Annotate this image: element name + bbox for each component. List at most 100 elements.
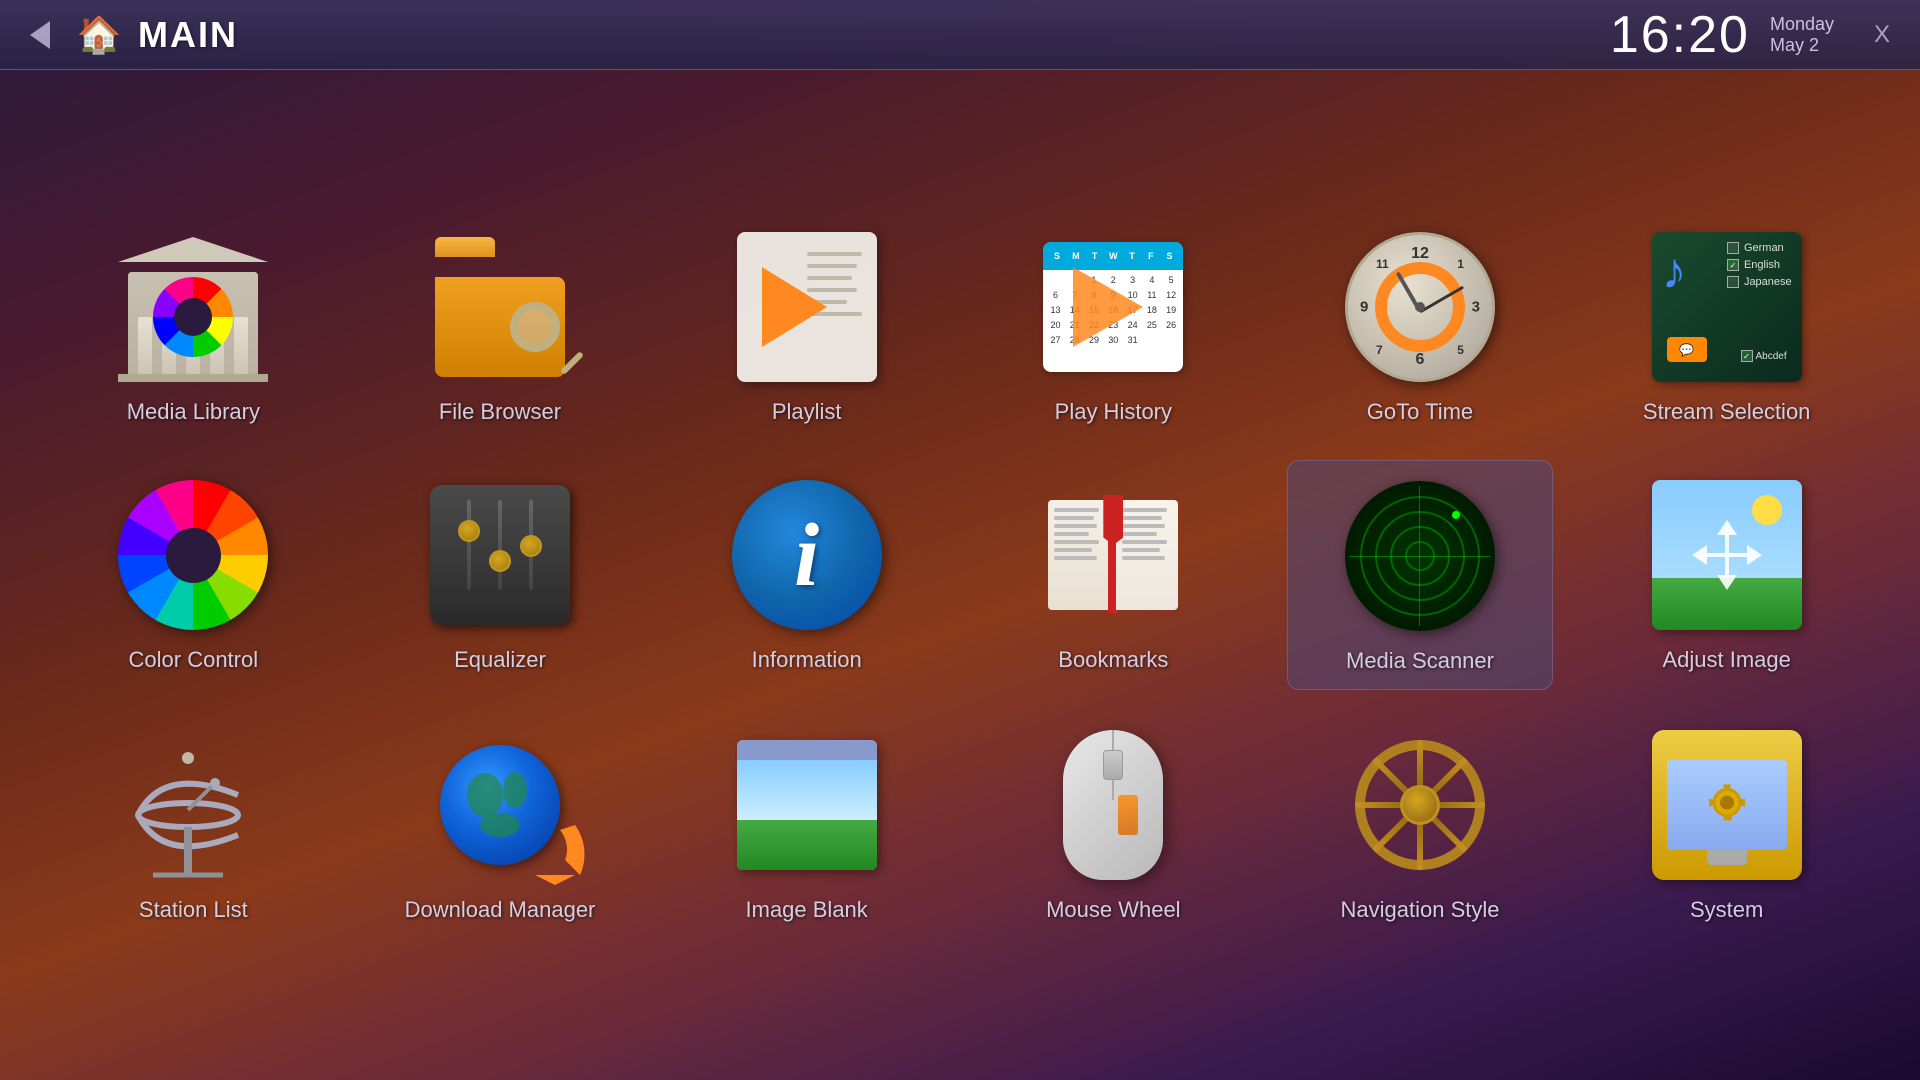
close-button[interactable]: X bbox=[1864, 17, 1900, 53]
app-bookmarks[interactable]: Bookmarks bbox=[980, 460, 1247, 690]
gear-icon bbox=[1697, 773, 1757, 838]
right-page bbox=[1116, 500, 1178, 610]
clock-center bbox=[1415, 302, 1425, 312]
grass-area bbox=[737, 820, 877, 870]
adjust-image-icon-wrap bbox=[1647, 475, 1807, 635]
playlist-label: Playlist bbox=[772, 399, 842, 425]
app-mouse-wheel[interactable]: Mouse Wheel bbox=[980, 710, 1247, 938]
eq-track-3 bbox=[529, 500, 533, 610]
resize-arrows-icon bbox=[1687, 515, 1767, 595]
eq-line-3 bbox=[529, 500, 533, 590]
mouse-wheel-icon-wrap bbox=[1033, 725, 1193, 885]
app-adjust-image[interactable]: Adjust Image bbox=[1593, 460, 1860, 690]
play-history-label: Play History bbox=[1055, 399, 1172, 425]
gear-svg bbox=[1697, 773, 1757, 833]
clock-1: 1 bbox=[1457, 257, 1464, 271]
bookmarks-icon-wrap bbox=[1033, 475, 1193, 635]
goto-time-icon: 12 3 6 9 1 11 5 7 bbox=[1345, 232, 1495, 382]
back-button[interactable] bbox=[20, 15, 60, 55]
monitor-stand bbox=[1707, 850, 1747, 865]
clock-display: 16:20 bbox=[1610, 5, 1750, 65]
home-icon-wrap[interactable]: 🏠 bbox=[75, 11, 123, 59]
app-information[interactable]: i Information bbox=[673, 460, 940, 690]
download-manager-label: Download Manager bbox=[405, 897, 596, 923]
german-row: German bbox=[1727, 242, 1792, 254]
extra-options: ✓ Abcdef bbox=[1741, 350, 1787, 362]
line1 bbox=[807, 252, 862, 256]
app-image-blank[interactable]: Image Blank bbox=[673, 710, 940, 938]
eq-track-2 bbox=[498, 500, 502, 610]
goto-time-label: GoTo Time bbox=[1367, 399, 1473, 425]
image-blank-icon bbox=[737, 740, 877, 870]
language-flags: German ✓ English Japanese bbox=[1727, 242, 1792, 288]
bookmarks-label: Bookmarks bbox=[1058, 647, 1168, 673]
image-blank-label: Image Blank bbox=[746, 897, 868, 923]
app-system[interactable]: System bbox=[1593, 710, 1860, 938]
system-label: System bbox=[1690, 897, 1763, 923]
equalizer-label: Equalizer bbox=[454, 647, 546, 673]
stream-selection-icon-wrap: ♪ German ✓ English Japanese bbox=[1647, 227, 1807, 387]
clock-9: 9 bbox=[1360, 299, 1368, 316]
media-scanner-icon-wrap bbox=[1340, 476, 1500, 636]
app-play-history[interactable]: S M T W T F S 1 2 bbox=[980, 212, 1247, 440]
app-goto-time[interactable]: 12 3 6 9 1 11 5 7 GoTo Time bbox=[1287, 212, 1554, 440]
app-station-list[interactable]: Station List bbox=[60, 710, 327, 938]
stream-selection-icon: ♪ German ✓ English Japanese bbox=[1652, 232, 1802, 382]
japanese-label: Japanese bbox=[1744, 276, 1792, 288]
clock-5: 5 bbox=[1457, 343, 1464, 357]
playlist-icon bbox=[737, 232, 877, 382]
media-scanner-label: Media Scanner bbox=[1346, 648, 1494, 674]
download-manager-icon-wrap bbox=[420, 725, 580, 885]
app-media-scanner[interactable]: Media Scanner bbox=[1287, 460, 1554, 690]
adjust-image-icon bbox=[1652, 480, 1802, 630]
scroll-wheel bbox=[1103, 750, 1123, 780]
monitor bbox=[1667, 760, 1787, 850]
english-label: English bbox=[1744, 259, 1780, 271]
app-navigation-style[interactable]: Navigation Style bbox=[1287, 710, 1554, 938]
color-wheel-center bbox=[166, 528, 221, 583]
top-bar bbox=[737, 740, 877, 760]
clock-7: 7 bbox=[1376, 343, 1383, 357]
japanese-row: Japanese bbox=[1727, 276, 1792, 288]
mouse-wheel-icon bbox=[1053, 730, 1173, 880]
arrows-overlay bbox=[1652, 480, 1802, 630]
home-icon: 🏠 bbox=[77, 14, 122, 56]
sky-area bbox=[737, 760, 877, 820]
clock-11: 11 bbox=[1376, 257, 1389, 271]
book bbox=[1048, 495, 1178, 615]
english-checkbox: ✓ bbox=[1727, 259, 1739, 271]
date-info: Monday May 2 bbox=[1770, 14, 1834, 56]
navigation-style-icon bbox=[1345, 730, 1495, 880]
play-history-icon-wrap: S M T W T F S 1 2 bbox=[1033, 227, 1193, 387]
app-stream-selection[interactable]: ♪ German ✓ English Japanese bbox=[1593, 212, 1860, 440]
app-download-manager[interactable]: Download Manager bbox=[367, 710, 634, 938]
scan-dot-1 bbox=[1452, 511, 1460, 519]
file-browser-icon-wrap bbox=[420, 227, 580, 387]
eq-line-2 bbox=[498, 500, 502, 590]
music-note-icon: ♪ bbox=[1662, 242, 1687, 300]
glass-handle bbox=[560, 351, 584, 375]
app-color-control[interactable]: Color Control bbox=[60, 460, 327, 690]
media-library-label: Media Library bbox=[127, 399, 260, 425]
clock-12: 12 bbox=[1411, 245, 1429, 263]
monitor-screen bbox=[1667, 760, 1787, 850]
app-file-browser[interactable]: File Browser bbox=[367, 212, 634, 440]
station-list-icon bbox=[118, 730, 268, 880]
system-icon-wrap bbox=[1647, 725, 1807, 885]
bookmarks-icon bbox=[1038, 480, 1188, 630]
app-equalizer[interactable]: Equalizer bbox=[367, 460, 634, 690]
play-history-icon: S M T W T F S 1 2 bbox=[1038, 232, 1188, 382]
header: 🏠 MAIN 16:20 Monday May 2 X bbox=[0, 0, 1920, 70]
app-media-library[interactable]: Media Library bbox=[60, 212, 327, 440]
stream-selection-label: Stream Selection bbox=[1643, 399, 1811, 425]
bookmark-tab bbox=[1103, 495, 1123, 545]
information-icon-wrap: i bbox=[727, 475, 887, 635]
folder-tab bbox=[435, 237, 495, 257]
station-list-icon-wrap bbox=[113, 725, 273, 885]
system-icon bbox=[1652, 730, 1802, 880]
japanese-checkbox bbox=[1727, 276, 1739, 288]
file-browser-label: File Browser bbox=[439, 399, 561, 425]
media-library-icon bbox=[118, 232, 268, 382]
app-playlist[interactable]: Playlist bbox=[673, 212, 940, 440]
equalizer-icon-wrap bbox=[420, 475, 580, 635]
